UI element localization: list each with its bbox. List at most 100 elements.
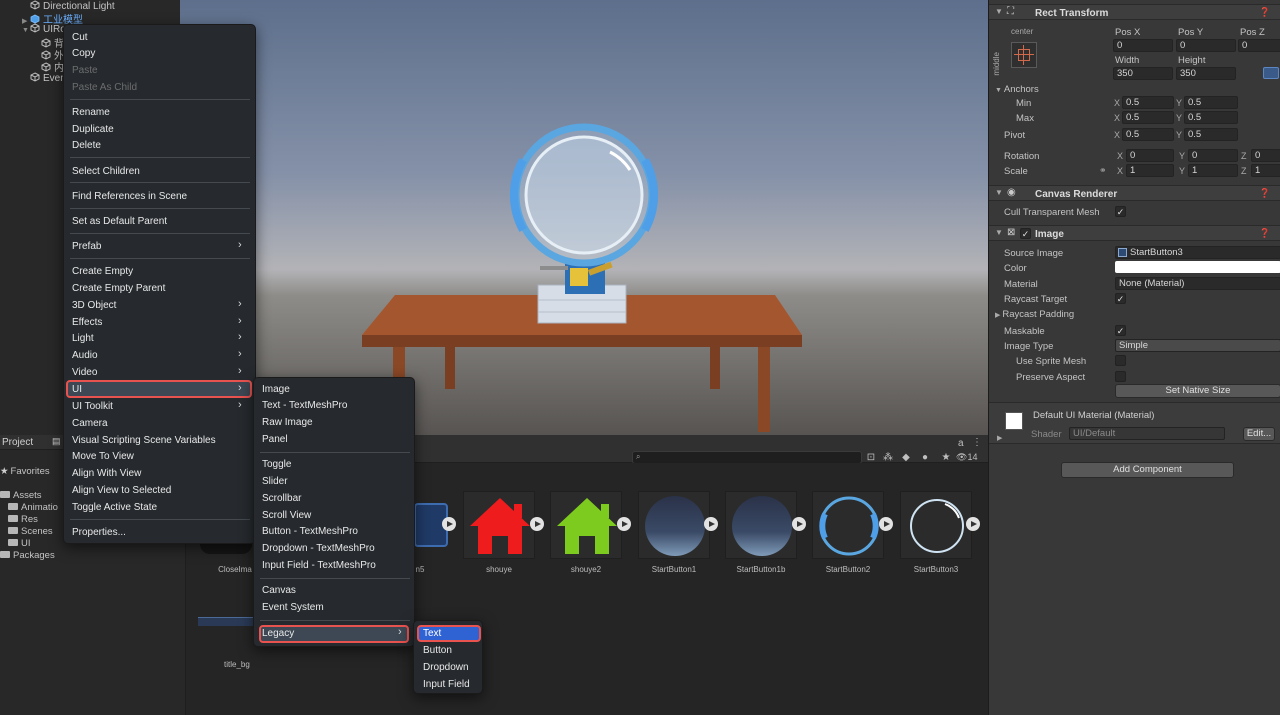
play-icon[interactable] bbox=[530, 517, 544, 531]
play-icon[interactable] bbox=[792, 517, 806, 531]
hierarchy-item[interactable]: ▶ 工业模型 bbox=[22, 11, 83, 26]
folder-item[interactable]: Animatio bbox=[8, 502, 58, 513]
menu-item-camera[interactable]: Camera bbox=[72, 418, 108, 429]
scale-x-field[interactable]: 1 bbox=[1126, 164, 1174, 177]
anchor-max-x-field[interactable]: 0.5 bbox=[1122, 111, 1174, 124]
submenu-item-button-tmp[interactable]: Button - TextMeshPro bbox=[262, 526, 358, 537]
pivot-x-field[interactable]: 0.5 bbox=[1122, 128, 1174, 141]
collapse-arrow-icon[interactable]: ▼ bbox=[995, 7, 1003, 16]
hierarchy-item[interactable]: 内 bbox=[41, 59, 64, 74]
set-native-size-button[interactable]: Set Native Size bbox=[1115, 384, 1280, 398]
play-icon[interactable] bbox=[966, 517, 980, 531]
menu-item-visual-scripting-variables[interactable]: Visual Scripting Scene Variables bbox=[72, 435, 216, 446]
play-icon[interactable] bbox=[704, 517, 718, 531]
hierarchy-item[interactable]: 背 bbox=[41, 35, 64, 50]
menu-item-toggle-active-state[interactable]: Toggle Active State bbox=[72, 502, 157, 513]
help-icon[interactable]: ❓ bbox=[1259, 188, 1270, 199]
image-enabled-checkbox[interactable]: ✓ bbox=[1020, 228, 1031, 239]
legacy-item-dropdown[interactable]: Dropdown bbox=[423, 662, 469, 673]
asset-thumbnail-shouye2[interactable] bbox=[550, 491, 622, 559]
tab-project[interactable]: Project bbox=[2, 437, 33, 448]
color-swatch[interactable] bbox=[1115, 261, 1280, 273]
material-swatch[interactable] bbox=[1005, 412, 1023, 430]
use-sprite-mesh-checkbox[interactable] bbox=[1115, 355, 1126, 366]
rect-transform-header[interactable]: ▼ ⛶ Rect Transform ❓ bbox=[989, 4, 1280, 20]
anchors-foldout[interactable]: ▼ Anchors bbox=[995, 84, 1039, 95]
console-icon[interactable]: ▤ bbox=[52, 436, 61, 447]
submenu-item-scrollbar[interactable]: Scrollbar bbox=[262, 493, 301, 504]
menu-item-duplicate[interactable]: Duplicate bbox=[72, 124, 114, 135]
submenu-item-raw-image[interactable]: Raw Image bbox=[262, 417, 313, 428]
hierarchy-item[interactable]: 外 bbox=[41, 47, 64, 62]
asset-thumbnail-title-bg[interactable] bbox=[198, 617, 254, 626]
blueprint-mode-button[interactable] bbox=[1263, 67, 1279, 79]
raycast-padding-foldout[interactable]: ▶ Raycast Padding bbox=[995, 309, 1074, 320]
pos-z-field[interactable]: 0 bbox=[1238, 39, 1280, 52]
material-field[interactable]: None (Material) bbox=[1115, 277, 1280, 290]
folder-item[interactable]: UI bbox=[8, 538, 31, 549]
maskable-checkbox[interactable]: ✓ bbox=[1115, 325, 1126, 336]
rotation-x-field[interactable]: 0 bbox=[1126, 149, 1174, 162]
hierarchy-item[interactable]: ▼ UIRo bbox=[22, 23, 66, 35]
submenu-item-text-tmp[interactable]: Text - TextMeshPro bbox=[262, 400, 347, 411]
submenu-item-slider[interactable]: Slider bbox=[262, 476, 288, 487]
menu-item-move-to-view[interactable]: Move To View bbox=[72, 451, 134, 462]
scale-y-field[interactable]: 1 bbox=[1188, 164, 1238, 177]
add-component-button[interactable]: Add Component bbox=[1061, 462, 1234, 478]
asset-thumbnail-startbutton1[interactable] bbox=[638, 491, 710, 559]
menu-item-copy[interactable]: Copy bbox=[72, 48, 95, 59]
submenu-item-event-system[interactable]: Event System bbox=[262, 602, 324, 613]
folder-item[interactable]: Scenes bbox=[8, 526, 53, 537]
help-icon[interactable]: ❓ bbox=[1259, 7, 1270, 18]
menu-item-rename[interactable]: Rename bbox=[72, 107, 110, 118]
favorites-item[interactable]: ★ Favorites bbox=[0, 466, 50, 477]
canvas-renderer-header[interactable]: ▼ ◉ Canvas Renderer ❓ bbox=[989, 185, 1280, 201]
menu-item-ui[interactable]: UI bbox=[72, 384, 82, 395]
menu-item-align-with-view[interactable]: Align With View bbox=[72, 468, 141, 479]
menu-item-create-empty[interactable]: Create Empty bbox=[72, 266, 133, 277]
help-icon[interactable]: ❓ bbox=[1259, 228, 1270, 239]
menu-item-find-references[interactable]: Find References in Scene bbox=[72, 191, 187, 202]
menu-item-delete[interactable]: Delete bbox=[72, 140, 101, 151]
preserve-aspect-checkbox[interactable] bbox=[1115, 371, 1126, 382]
image-type-dropdown[interactable]: Simple bbox=[1115, 339, 1280, 352]
menu-item-ui-toolkit[interactable]: UI Toolkit bbox=[72, 401, 113, 412]
collapse-arrow-icon[interactable]: ▼ bbox=[22, 27, 30, 34]
play-icon[interactable] bbox=[879, 517, 893, 531]
submenu-item-legacy[interactable]: Legacy bbox=[262, 628, 294, 639]
legacy-item-input-field[interactable]: Input Field bbox=[423, 679, 470, 690]
collapse-arrow-icon[interactable]: ▼ bbox=[995, 188, 1003, 197]
edit-shader-button[interactable]: Edit... bbox=[1243, 427, 1275, 441]
menu-item-audio[interactable]: Audio bbox=[72, 350, 98, 361]
image-component-header[interactable]: ▼ ⊠ ✓ Image ❓ bbox=[989, 225, 1280, 241]
pos-x-field[interactable]: 0 bbox=[1113, 39, 1173, 52]
lock-icon[interactable]: a bbox=[958, 438, 964, 449]
asset-thumbnail-shouye[interactable] bbox=[463, 491, 535, 559]
packages-folder[interactable]: Packages bbox=[0, 550, 55, 561]
asset-thumbnail-startbutton2[interactable] bbox=[812, 491, 884, 559]
menu-item-video[interactable]: Video bbox=[72, 367, 97, 378]
constrain-proportions-icon[interactable]: ⚭ bbox=[1099, 165, 1107, 176]
menu-item-align-view-to-selected[interactable]: Align View to Selected bbox=[72, 485, 171, 496]
play-icon[interactable] bbox=[442, 517, 456, 531]
play-icon[interactable] bbox=[617, 517, 631, 531]
hierarchy-item[interactable]: Even bbox=[30, 72, 66, 84]
expand-arrow-icon[interactable]: ▶ bbox=[997, 434, 1002, 442]
shader-dropdown[interactable]: UI/Default bbox=[1069, 427, 1225, 440]
width-field[interactable]: 350 bbox=[1113, 67, 1173, 80]
menu-item-select-children[interactable]: Select Children bbox=[72, 166, 140, 177]
submenu-item-canvas[interactable]: Canvas bbox=[262, 585, 296, 596]
height-field[interactable]: 350 bbox=[1176, 67, 1236, 80]
menu-item-create-empty-parent[interactable]: Create Empty Parent bbox=[72, 283, 165, 294]
hidden-packages-count[interactable]: 👁14 bbox=[956, 452, 977, 463]
menu-item-effects[interactable]: Effects bbox=[72, 317, 102, 328]
assets-folder[interactable]: Assets bbox=[0, 490, 42, 501]
asset-thumbnail-startbutton1b[interactable] bbox=[725, 491, 797, 559]
source-image-field[interactable]: StartButton3 bbox=[1115, 246, 1280, 259]
rotation-y-field[interactable]: 0 bbox=[1188, 149, 1238, 162]
submenu-item-image[interactable]: Image bbox=[262, 384, 290, 395]
pos-y-field[interactable]: 0 bbox=[1176, 39, 1236, 52]
submenu-item-panel[interactable]: Panel bbox=[262, 434, 288, 445]
legacy-item-text[interactable]: Text bbox=[423, 628, 441, 639]
menu-item-cut[interactable]: Cut bbox=[72, 32, 88, 43]
